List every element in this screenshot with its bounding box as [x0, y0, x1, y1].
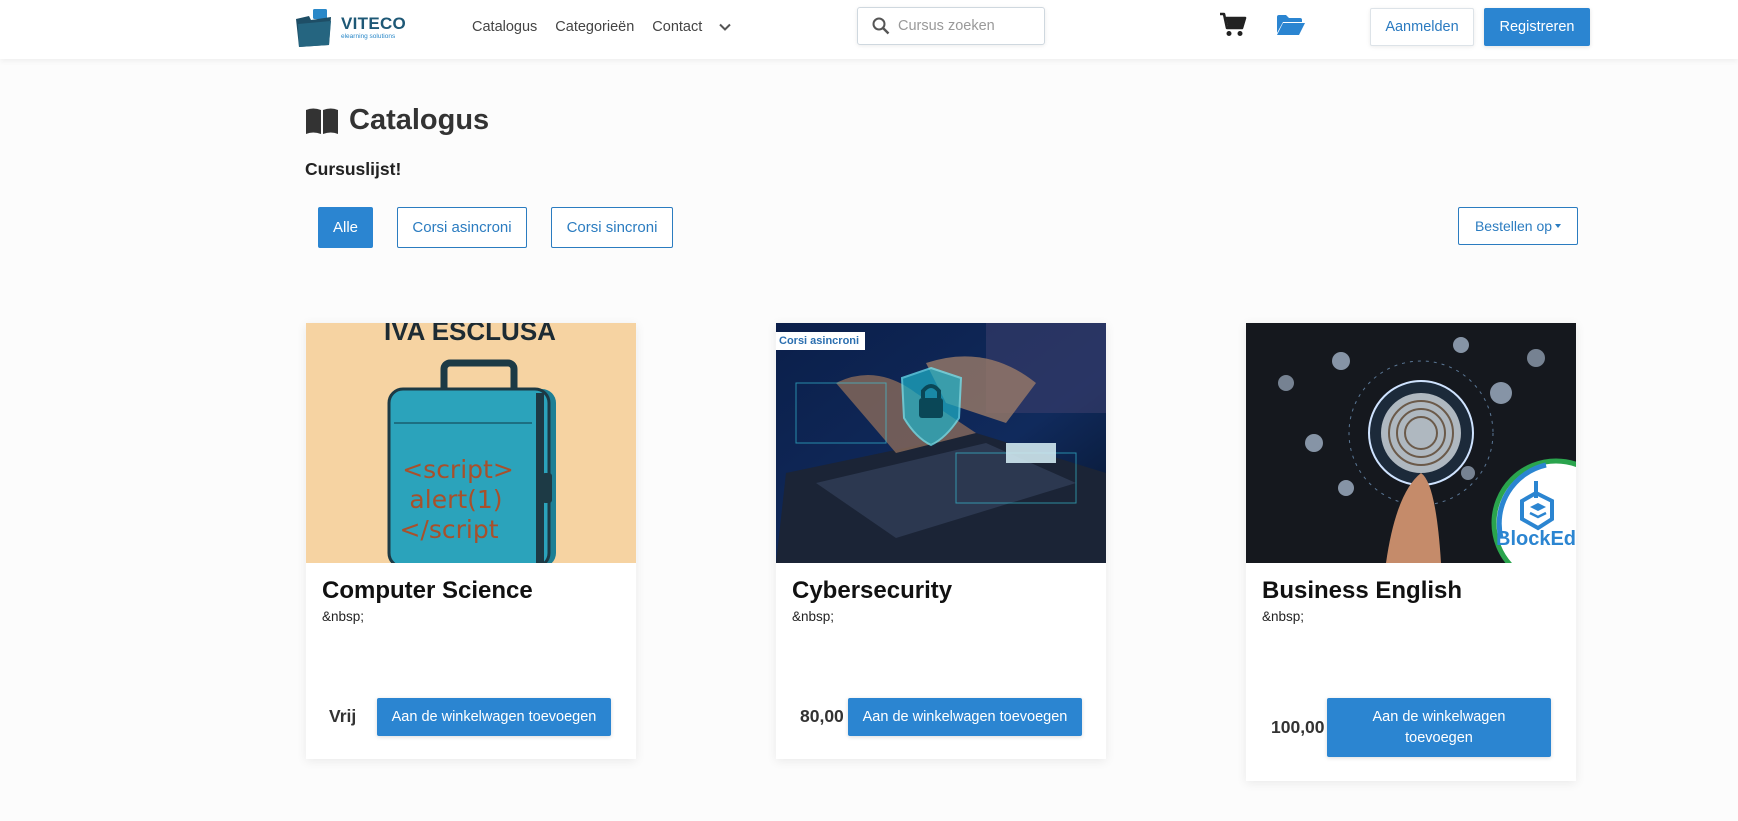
add-to-cart-button[interactable]: Aan de winkelwagen toevoegen	[377, 698, 611, 736]
add-to-cart-button[interactable]: Aan de winkelwagen toevoegen	[1327, 698, 1551, 757]
filter-async-button[interactable]: Corsi asincroni	[397, 207, 527, 248]
search-box	[857, 7, 1045, 45]
course-image: BlockEd	[1246, 323, 1576, 563]
brand-logo[interactable]: VITECO elearning solutions	[293, 7, 406, 49]
fingerprint-illustration: BlockEd	[1246, 323, 1576, 563]
course-card[interactable]: Corsi asincroni Cybersecurity &nbsp; 80,…	[776, 323, 1106, 759]
sort-label: Bestellen op	[1474, 218, 1553, 234]
course-price: Vrij	[329, 706, 357, 726]
sort-dropdown[interactable]: Bestellen op	[1458, 207, 1578, 245]
image-banner-text: IVA ESCLUSA	[384, 323, 556, 346]
suitcase-illustration: IVA ESCLUSA <script> alert(1) </script	[306, 323, 636, 563]
page-heading: Catalogus	[349, 104, 490, 136]
nav-item-contact[interactable]: Contact	[652, 19, 702, 35]
image-code-line3: </script	[399, 515, 498, 544]
course-list-subtitle: Cursuslijst!	[305, 159, 402, 179]
course-description: &nbsp;	[1262, 609, 1305, 624]
image-code-line2: alert(1)	[409, 485, 502, 514]
course-type-badge: Corsi asincroni	[776, 332, 866, 350]
folder-open-icon[interactable]	[1276, 14, 1306, 36]
register-button[interactable]: Registreren	[1484, 8, 1590, 46]
course-price: 80,00	[800, 706, 844, 726]
course-title[interactable]: Business English	[1262, 577, 1560, 605]
page-title: Catalogus	[305, 104, 489, 137]
course-image: Corsi asincroni	[776, 323, 1106, 563]
nav-item-catalogus[interactable]: Catalogus	[472, 19, 537, 35]
course-image: IVA ESCLUSA <script> alert(1) </script	[306, 323, 636, 563]
course-card[interactable]: BlockEd Business English &nbsp; 100,00 A…	[1246, 323, 1576, 781]
filter-sync-button[interactable]: Corsi sincroni	[551, 207, 673, 248]
course-title[interactable]: Cybersecurity	[792, 577, 1090, 605]
course-price: 100,00	[1271, 717, 1325, 737]
cart-icon[interactable]	[1219, 12, 1247, 38]
top-navbar: VITECO elearning solutions Catalogus Cat…	[0, 0, 1738, 59]
search-input[interactable]	[898, 18, 1038, 34]
book-icon	[306, 108, 338, 134]
course-description: &nbsp;	[322, 609, 365, 624]
search-icon	[872, 17, 890, 35]
chevron-down-icon[interactable]	[718, 20, 732, 34]
nav-item-categorieen[interactable]: Categorieën	[555, 19, 634, 35]
login-button[interactable]: Aanmelden	[1370, 8, 1474, 46]
main-nav: Catalogus Categorieën Contact	[472, 19, 732, 35]
brand-name: VITECO	[341, 14, 407, 34]
image-code-line1: <script>	[402, 455, 514, 484]
filter-all-button[interactable]: Alle	[318, 207, 373, 248]
cybersecurity-illustration	[776, 323, 1106, 563]
course-title[interactable]: Computer Science	[322, 577, 620, 605]
course-card[interactable]: IVA ESCLUSA <script> alert(1) </script C…	[306, 323, 636, 759]
course-description: &nbsp;	[792, 609, 835, 624]
folder-logo-icon	[293, 7, 335, 49]
brand-tagline: elearning solutions	[341, 33, 396, 41]
caret-down-icon	[1555, 224, 1562, 228]
add-to-cart-button[interactable]: Aan de winkelwagen toevoegen	[848, 698, 1082, 736]
blocked-logo-text: BlockEd	[1496, 528, 1576, 550]
